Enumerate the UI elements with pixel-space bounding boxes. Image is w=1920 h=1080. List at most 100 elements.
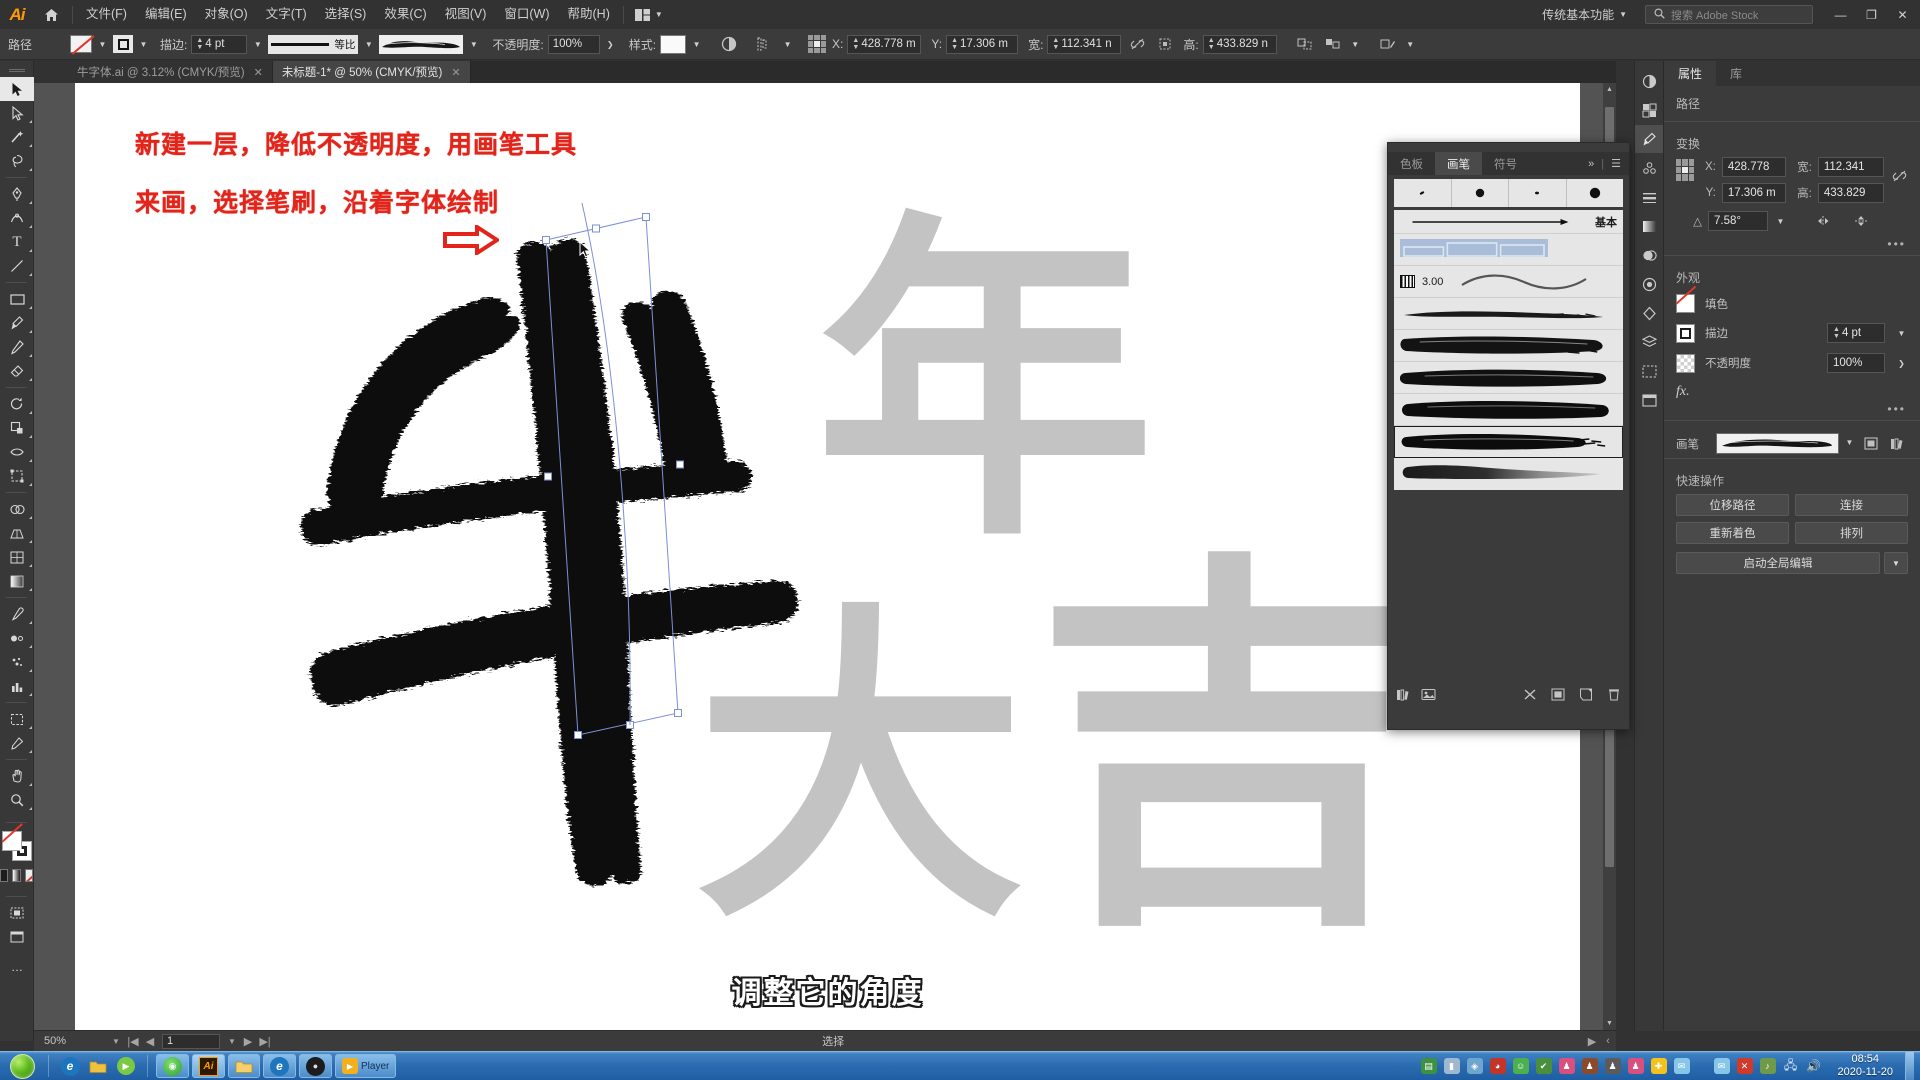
tab-brushes[interactable]: 画笔 [1435, 152, 1482, 175]
brush-item-dry-ink[interactable] [1394, 362, 1623, 394]
isolate-icon[interactable] [717, 33, 741, 55]
fill-and-stroke-indicator[interactable] [1, 831, 32, 861]
page-number-field[interactable]: 1 [162, 1033, 220, 1049]
y-field[interactable]: 17.306 m [1721, 183, 1786, 203]
workspace-switcher[interactable]: 传统基本功能 ▼ [1534, 3, 1635, 26]
qq-penguin-2-icon[interactable]: ♟ [1581, 1058, 1598, 1074]
curvature-tool[interactable] [0, 206, 34, 230]
layers-panel-icon[interactable] [1635, 328, 1664, 356]
brush-libraries-icon[interactable] [1886, 433, 1908, 454]
brush-options-icon[interactable] [1860, 433, 1882, 454]
stroke-swatch[interactable] [1676, 323, 1695, 343]
reference-point-icon[interactable] [1676, 159, 1694, 181]
tab-properties[interactable]: 属性 [1664, 61, 1717, 86]
height-field[interactable]: ▲ ▼ 433.829 n [1202, 34, 1277, 54]
menu-object[interactable]: 对象(O) [196, 3, 257, 26]
slice-tool[interactable] [0, 731, 34, 755]
color-panel-icon[interactable] [1635, 67, 1664, 95]
chevron-down-icon[interactable]: ▼ [1404, 35, 1417, 53]
last-page-icon[interactable]: ▶| [256, 1031, 274, 1052]
lasso-tool[interactable] [0, 149, 34, 173]
qq-penguin-3-icon[interactable]: ♟ [1604, 1058, 1621, 1074]
stepper-icon[interactable]: ▲ ▼ [852, 37, 859, 51]
first-page-icon[interactable]: |◀ [124, 1031, 142, 1052]
error-icon[interactable]: ✕ [1736, 1058, 1753, 1074]
fill-swatch[interactable] [1676, 294, 1695, 313]
perspective-grid-tool[interactable] [0, 521, 34, 545]
maximize-button[interactable]: ❐ [1856, 0, 1887, 29]
volume-icon[interactable]: 🔊 [1806, 1058, 1822, 1074]
taskbar-item-chrome[interactable]: ◉ [156, 1054, 189, 1078]
drawing-modes-icon[interactable] [0, 901, 34, 925]
green-badge-icon[interactable]: ☺ [1512, 1058, 1529, 1074]
chevron-down-icon[interactable]: ▼ [781, 35, 794, 53]
graphic-style-swatch[interactable] [660, 34, 687, 54]
qq-penguin-icon[interactable]: ♟ [1558, 1058, 1575, 1074]
select-similar-icon[interactable] [1321, 33, 1345, 55]
angle-field[interactable]: 7.58° [1708, 211, 1768, 231]
line-segment-tool[interactable] [0, 254, 34, 278]
taskbar-item-illustrator[interactable]: Ai [192, 1054, 225, 1078]
close-icon[interactable]: ✕ [254, 66, 263, 79]
shaper-tool[interactable] [0, 335, 34, 359]
height-field[interactable]: 433.829 [1817, 183, 1884, 203]
opacity-field[interactable]: 100% [547, 34, 600, 54]
eyedropper-tool[interactable] [0, 602, 34, 626]
y-position-field[interactable]: ▲ ▼ 17.306 m [946, 34, 1019, 54]
pen-tool[interactable] [0, 182, 34, 206]
document-tab-1[interactable]: 牛字体.ai @ 3.12% (CMYK/预览) ✕ [68, 61, 273, 83]
color-mode[interactable] [0, 869, 9, 882]
artboards-panel-icon[interactable] [1635, 357, 1664, 385]
screen-mode-icon[interactable] [0, 925, 34, 949]
taskbar-clock[interactable]: 08:54 2020-11-20 [1828, 1053, 1899, 1079]
brush-item-charcoal-thin[interactable] [1394, 298, 1623, 330]
brush-item-calligraphic-3[interactable]: 3.00 [1394, 266, 1623, 298]
offset-path-button[interactable]: 位移路径 [1676, 494, 1789, 516]
opacity-row[interactable]: 不透明度 100% ❯ [1664, 350, 1920, 380]
gradient-mode[interactable] [12, 869, 21, 882]
symbols-panel-icon[interactable] [1635, 154, 1664, 182]
chevron-down-icon[interactable]: ▼ [1895, 324, 1908, 342]
appearance-more-icon[interactable]: ••• [1664, 400, 1920, 416]
artboard-tool[interactable] [0, 707, 34, 731]
status-next-icon[interactable]: ▶ [1584, 1031, 1600, 1052]
stepper-icon[interactable]: ▲ ▼ [196, 37, 203, 51]
antivirus-icon[interactable]: ✔ [1535, 1058, 1552, 1074]
symbol-sprayer-tool[interactable] [0, 650, 34, 674]
chevron-down-icon[interactable]: ▼ [1843, 433, 1856, 451]
fill-color-swatch[interactable] [70, 35, 92, 53]
width-field[interactable]: ▲ ▼ 112.341 n [1047, 34, 1122, 54]
brush-item-dry-brush[interactable] [1394, 394, 1623, 426]
transform-more-icon[interactable]: ••• [1676, 237, 1908, 251]
quick-launch-ie-icon[interactable]: e [57, 1054, 83, 1079]
art-brush-filter[interactable] [1509, 179, 1567, 207]
quick-launch-media-icon[interactable]: ▶ [113, 1054, 139, 1079]
edit-toolbar-icon[interactable]: … [0, 955, 34, 979]
fill-row[interactable]: 填色 [1664, 291, 1920, 320]
canvas-area[interactable]: 年 大 吉 新建一层，降低不透明度，用画笔工具 来画，选择笔刷，沿着字体绘制 调… [34, 83, 1616, 1030]
scroll-down-icon[interactable]: ▼ [1603, 1017, 1616, 1030]
brush-item-tapered-ink[interactable] [1394, 458, 1623, 490]
stepper-icon[interactable]: ▲ ▼ [1208, 37, 1215, 51]
transform-icon[interactable] [1293, 33, 1317, 55]
flip-horizontal-icon[interactable] [1817, 214, 1833, 228]
start-button[interactable] [0, 1052, 44, 1080]
close-icon[interactable]: ✕ [451, 66, 460, 79]
chevron-down-icon[interactable]: ▼ [137, 35, 150, 53]
qq-penguin-4-icon[interactable]: ♟ [1627, 1058, 1644, 1074]
home-icon[interactable] [34, 0, 68, 29]
quick-launch-folder-icon[interactable] [85, 1054, 111, 1079]
constrain-icon[interactable] [1153, 33, 1177, 55]
show-desktop-button[interactable] [1905, 1051, 1914, 1080]
recolor-artwork-icon[interactable] [1376, 33, 1400, 55]
brushes-panel-icon[interactable] [1634, 125, 1664, 153]
arrange-documents-button[interactable]: ▼ [628, 8, 669, 22]
chevron-down-icon[interactable]: ▼ [224, 1031, 240, 1052]
brush-item-pattern[interactable] [1394, 234, 1623, 266]
status-resize-icon[interactable]: ‹ [1600, 1031, 1616, 1052]
stroke-row[interactable]: 描边 ▲ ▼ 4 pt ▼ [1664, 320, 1920, 350]
rectangle-tool[interactable] [0, 287, 34, 311]
chevron-down-icon[interactable]: ▼ [362, 35, 375, 53]
zoom-level[interactable]: 50% [34, 1035, 108, 1047]
toolbar-drag-handle[interactable] [0, 65, 33, 77]
